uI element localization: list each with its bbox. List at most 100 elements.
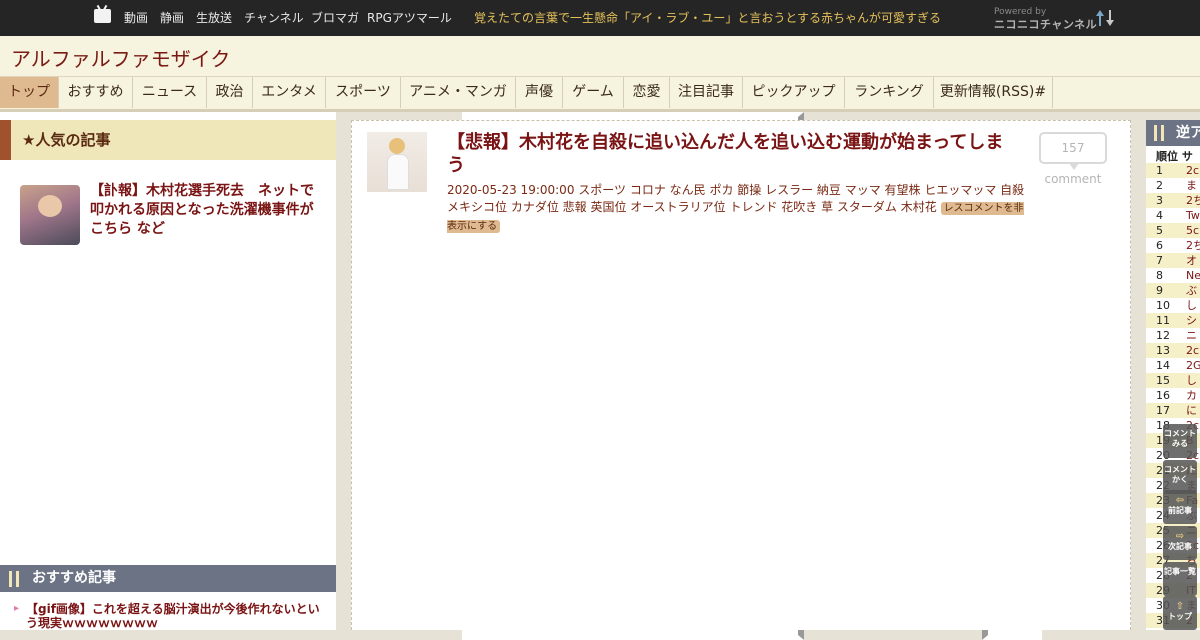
nav-item-game[interactable]: ゲーム [563,77,624,108]
ranking-site-link[interactable]: 2c [1186,163,1199,178]
nav-item-seiyu[interactable]: 声優 [516,77,563,108]
arrow-up-icon: ⇧ [1175,601,1185,612]
ranking-number: 12 [1156,329,1170,342]
ranking-site-link[interactable]: ニ [1186,328,1197,343]
ranking-row[interactable]: 7オ [1146,253,1200,268]
next-article-button[interactable]: ⇨ 次記事 [1163,526,1197,560]
nav-item-entame[interactable]: エンタメ [253,77,326,108]
main-nav: トップ おすすめ ニュース 政治 エンタメ スポーツ アニメ・マンガ 声優 ゲー… [0,76,1200,112]
article-date-tags[interactable]: 2020-05-23 19:00:00 スポーツ コロナ なん民 ポカ 節操 レ… [447,183,1024,214]
ranking-site-link[interactable]: 2G [1186,358,1200,373]
ranking-site-link[interactable]: に [1186,403,1197,418]
ranking-row[interactable]: 12 ニ [1146,328,1200,343]
ranking-row[interactable]: 2ま [1146,178,1200,193]
popular-article-link[interactable]: 【訃報】木村花選手死去 ネットで叩かれる原因となった洗濯機事件がこちら など [90,182,320,239]
recommended-heading-label: おすすめ記事 [32,570,116,586]
nav-item-ranking[interactable]: ランキング [845,77,934,108]
nav-item-renai[interactable]: 恋愛 [624,77,670,108]
niconico-topbar: 動画 静画 生放送 チャンネル ブロマガ RPGアツマール 覚えたての言葉で一生… [0,0,1200,640]
ranking-number: 16 [1156,389,1170,402]
ranking-row[interactable]: 15 し [1146,373,1200,388]
ranking-row[interactable]: 3 2ち [1146,193,1200,208]
nav-item-pickup[interactable]: ピックアップ [743,77,845,108]
comment-label: comment [1044,172,1102,186]
ranking-row[interactable]: 10 し [1146,298,1200,313]
ranking-number: 1 [1156,164,1163,177]
arrow-right-icon: ⇨ [1175,531,1185,542]
topbar-link-blomaga[interactable]: ブロマガ [311,0,359,36]
page-top-button[interactable]: ⇧ トップ [1163,596,1197,630]
ranking-number: 8 [1156,269,1163,282]
niconico-tv-icon[interactable] [94,9,111,23]
ranking-site-link[interactable]: ま [1186,178,1197,193]
comment-view-button[interactable]: コメント みる [1163,424,1197,458]
ranking-row[interactable]: 8 Ne [1146,268,1200,283]
ranking-number: 6 [1156,239,1163,252]
comment-write-button[interactable]: コメント かく [1163,460,1197,494]
double-bar-icon [1154,125,1166,141]
popular-heading-label: ★人気の記事 [22,131,111,149]
ranking-row[interactable]: 13 2c [1146,343,1200,358]
ranking-site-link[interactable]: Tw [1186,208,1200,223]
ranking-number: 15 [1156,374,1170,387]
ranking-site-link[interactable]: シ [1186,313,1197,328]
double-bar-icon [9,571,21,587]
nav-item-chumoku[interactable]: 注目記事 [670,77,743,108]
ranking-site-link[interactable]: 2ち [1186,238,1200,253]
up-down-arrows-icon[interactable] [1094,8,1116,28]
ranking-site-link[interactable]: 2c [1186,343,1199,358]
article-list: 【悲報】木村花を自殺に追い込んだ人を追い込む運動が始まってしまう 2020-05… [351,120,1131,630]
ranking-number: 10 [1156,299,1170,312]
topbar-link-live[interactable]: 生放送 [196,0,232,36]
niconico-channel-logo[interactable]: ニコニコチャンネル [994,16,1097,32]
ranking-row[interactable]: 9ぶ [1146,283,1200,298]
nav-item-news[interactable]: ニュース [133,77,207,108]
popular-articles-heading: ★人気の記事 [0,120,336,160]
nav-item-rss[interactable]: 更新情報(RSS)# [934,77,1053,108]
comment-count-bubble[interactable]: 157 [1039,132,1107,170]
ranking-row[interactable]: 5 5c [1146,223,1200,238]
reverse-access-ranking-heading: 逆ア [1146,120,1200,146]
ranking-number: 13 [1156,344,1170,357]
nav-item-top[interactable]: トップ [0,77,59,108]
ranking-row[interactable]: 6 2ち [1146,238,1200,253]
nav-item-politics[interactable]: 政治 [207,77,253,108]
ranking-row[interactable]: 16 カ [1146,388,1200,403]
left-sidebar: ★人気の記事 【訃報】木村花選手死去 ネットで叩かれる原因となった洗濯機事件がこ… [0,112,336,630]
nav-item-osusume[interactable]: おすすめ [59,77,133,108]
recommended-heading: おすすめ記事 [0,565,336,592]
article-thumbnail[interactable] [367,132,427,192]
ranking-row[interactable]: 14 2G [1146,358,1200,373]
article-meta: 2020-05-23 19:00:00 スポーツ コロナ なん民 ポカ 節操 レ… [447,182,1027,235]
topbar-link-video[interactable]: 動画 [124,0,148,36]
arrow-left-icon: ⇦ [1175,495,1185,506]
ranking-number: 2 [1156,179,1163,192]
ranking-row[interactable]: 4 Tw [1146,208,1200,223]
recommended-article-link[interactable]: 【gif画像】これを超える脳汁演出が今後作れないという現実ｗｗｗｗｗｗｗｗ [14,602,324,630]
ranking-site-link[interactable]: オ [1186,253,1197,268]
ranking-row[interactable]: 17 に [1146,403,1200,418]
ranking-number: 17 [1156,404,1170,417]
ranking-number: 11 [1156,314,1170,327]
ranking-row[interactable]: 1 2c [1146,163,1200,178]
nav-item-sports[interactable]: スポーツ [326,77,401,108]
ranking-row[interactable]: 11 シ [1146,313,1200,328]
topbar-link-rpg[interactable]: RPGアツマール [367,0,452,36]
ranking-site-link[interactable]: Ne [1186,268,1200,283]
ranking-site-link[interactable]: 2ち [1186,193,1200,208]
ranking-heading-label: 逆ア [1176,125,1200,141]
ranking-site-link[interactable]: 5c [1186,223,1199,238]
topbar-link-channel[interactable]: チャンネル [244,0,304,36]
topbar-link-seiga[interactable]: 静画 [160,0,184,36]
popular-article-thumbnail[interactable] [20,185,80,245]
ranking-site-link[interactable]: し [1186,373,1197,388]
ranking-site-link[interactable]: カ [1186,388,1197,403]
topbar-news-ticker[interactable]: 覚えたての言葉で一生懸命「アイ・ラブ・ユー」と言おうとする赤ちゃんが可愛すぎる [474,0,941,36]
prev-article-button[interactable]: ⇦ 前記事 [1163,490,1197,524]
site-title[interactable]: アルファルファモザイク [11,43,230,72]
ranking-site-link[interactable]: し [1186,298,1197,313]
article-list-button[interactable]: 記事一覧 [1163,562,1197,596]
nav-item-anime-manga[interactable]: アニメ・マンガ [401,77,516,108]
article-title-link[interactable]: 【悲報】木村花を自殺に追い込んだ人を追い込む運動が始まってしまう [447,131,1017,177]
ranking-site-link[interactable]: ぶ [1186,283,1197,298]
